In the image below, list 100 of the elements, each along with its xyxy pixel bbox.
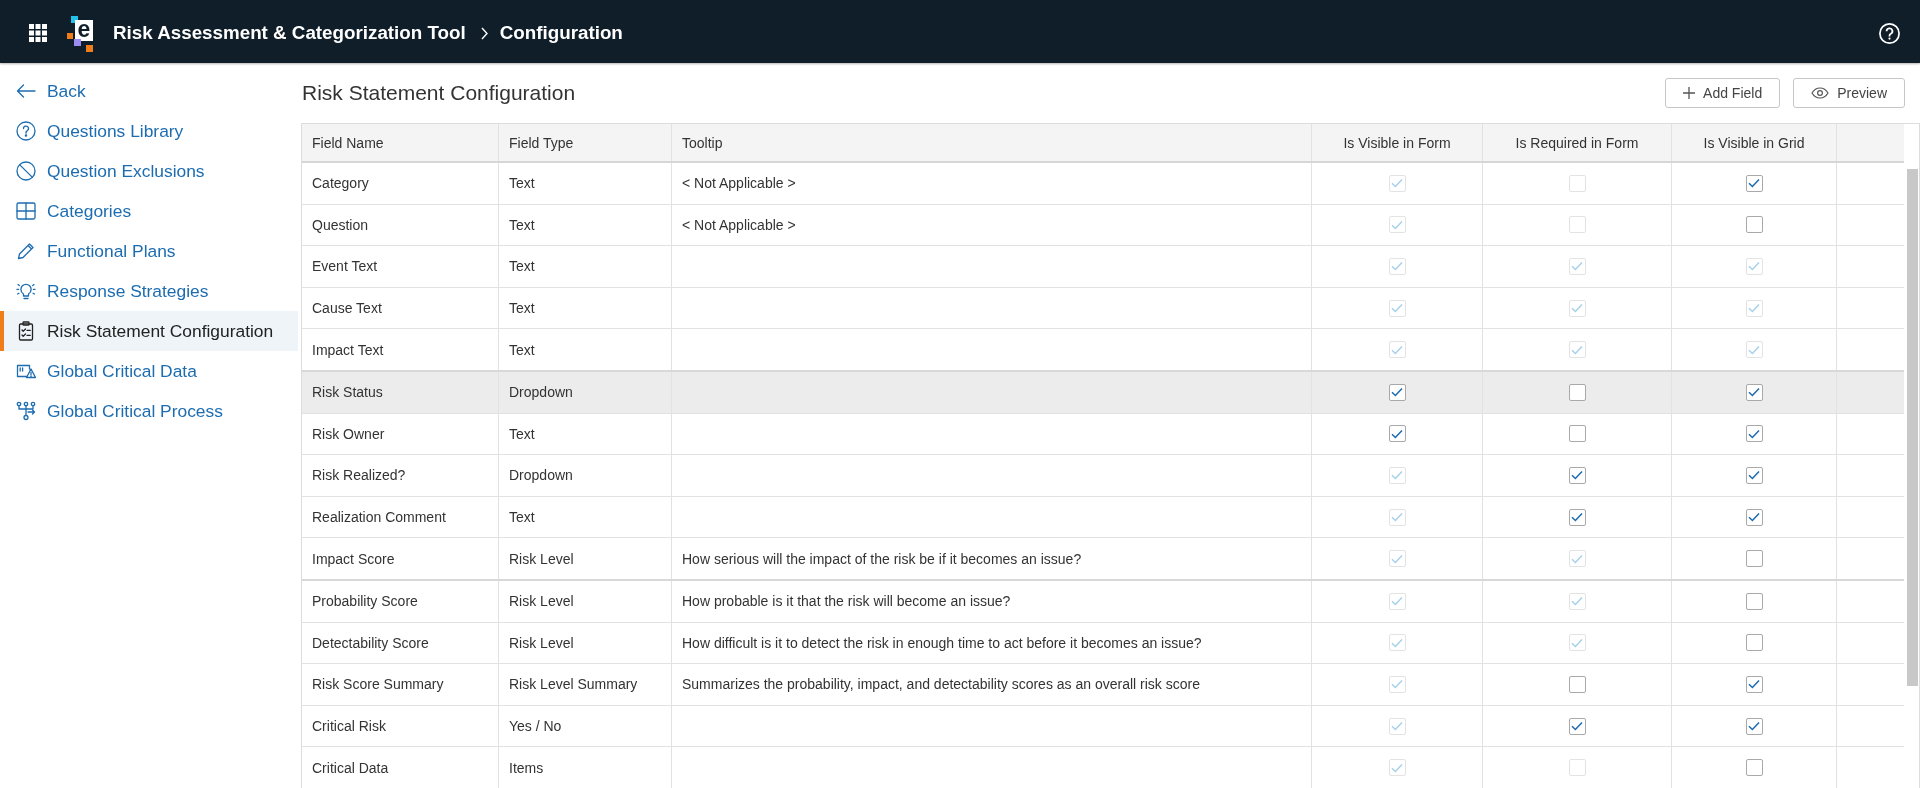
table-cell: < Not Applicable > xyxy=(672,204,1312,246)
table-icon xyxy=(16,201,36,221)
checkbox[interactable] xyxy=(1568,383,1586,401)
table-cell: Dropdown xyxy=(499,455,672,496)
table-cell: Critical Data xyxy=(302,747,499,788)
table-row[interactable]: Detectability Score Risk Level How difficult is it to detect the risk in enough time to act before it becomes an issue? xyxy=(302,622,1904,665)
column-header: Field Type xyxy=(499,124,672,161)
table-cell: Text xyxy=(499,204,672,246)
app-logo: e xyxy=(67,15,94,53)
table-cell: Text xyxy=(499,246,672,287)
nav-item[interactable]: Categories xyxy=(0,191,298,231)
table-cell: Summarizes the probability, impact, and detectability scores as an overall risk score xyxy=(672,664,1312,705)
table-cell: Risk Owner xyxy=(302,413,499,455)
eye-icon xyxy=(1811,87,1830,99)
table-cell: Risk Score Summary xyxy=(302,664,499,705)
table-cell: Critical Risk xyxy=(302,705,499,747)
checkbox[interactable] xyxy=(1745,592,1763,610)
checkbox[interactable] xyxy=(1745,717,1763,735)
checkbox[interactable] xyxy=(1568,675,1586,693)
checkbox[interactable] xyxy=(1745,383,1763,401)
checkbox[interactable] xyxy=(1745,174,1763,192)
table-cell: Impact Text xyxy=(302,329,499,370)
table-cell: Risk Status xyxy=(302,371,499,413)
table-cell: Text xyxy=(499,287,672,329)
ban-icon xyxy=(16,161,36,181)
table-row[interactable]: Risk Owner Text xyxy=(302,413,1904,456)
checkbox[interactable] xyxy=(1745,508,1763,526)
table-cell: Impact Score xyxy=(302,538,499,579)
page-title: Risk Statement Configuration xyxy=(302,81,577,105)
nav-item[interactable]: Questions Library xyxy=(0,111,298,151)
table-cell: Items xyxy=(499,747,672,788)
checkbox[interactable] xyxy=(1568,466,1586,484)
column-header: Tooltip xyxy=(672,124,1312,161)
table-row[interactable]: Category Text < Not Applicable > xyxy=(302,163,1904,205)
checkbox[interactable] xyxy=(1745,425,1763,443)
arrow-left-icon xyxy=(16,84,36,98)
table-row[interactable]: Realization Comment Text xyxy=(302,496,1904,539)
checkbox[interactable] xyxy=(1745,550,1763,568)
table-cell: Category xyxy=(302,163,499,204)
table-cell: Detectability Score xyxy=(302,622,499,664)
checkbox[interactable] xyxy=(1745,634,1763,652)
clipboard-checklist-icon xyxy=(16,321,36,341)
table-cell: Risk Level xyxy=(499,580,672,622)
nav-item[interactable]: Global Critical Data xyxy=(0,351,298,391)
table-row[interactable]: Probability Score Risk Level How probable is it that the risk will become an issue? xyxy=(302,580,1904,623)
table-cell: Risk Level xyxy=(499,538,672,579)
help-icon[interactable] xyxy=(1879,22,1900,44)
checkbox[interactable] xyxy=(1568,508,1586,526)
flow-nodes-icon xyxy=(16,401,36,421)
app-title[interactable]: Risk Assessment & Categorization Tool xyxy=(113,22,466,44)
lightbulb-icon xyxy=(16,281,36,301)
table-row[interactable]: Critical Risk Yes / No xyxy=(302,705,1904,748)
table-cell: Text xyxy=(499,163,672,204)
checkbox[interactable] xyxy=(1388,425,1406,443)
checkbox[interactable] xyxy=(1745,675,1763,693)
column-header: Is Visible in Form xyxy=(1312,124,1483,161)
preview-button[interactable]: Preview xyxy=(1793,78,1905,108)
column-header: Field Name xyxy=(302,124,499,161)
table-cell: How serious will the impact of the risk be if it becomes an issue? xyxy=(672,538,1312,579)
table-cell: Text xyxy=(499,329,672,370)
nav-item[interactable]: Functional Plans xyxy=(0,231,298,271)
nav-item[interactable]: Global Critical Process xyxy=(0,391,298,431)
table-cell: Yes / No xyxy=(499,705,672,747)
nav-item[interactable]: Question Exclusions xyxy=(0,151,298,191)
back-link[interactable]: Back xyxy=(0,71,298,111)
table-row[interactable]: Question Text < Not Applicable > xyxy=(302,204,1904,247)
table-cell: Probability Score xyxy=(302,580,499,622)
table-cell: How probable is it that the risk will become an issue? xyxy=(672,580,1312,622)
table-cell: Risk Level Summary xyxy=(499,664,672,705)
table-cell: How difficult is it to detect the risk in enough time to act before it becomes an issue? xyxy=(672,622,1312,664)
checkbox[interactable] xyxy=(1568,425,1586,443)
scrollbar-thumb[interactable] xyxy=(1907,169,1918,686)
checkbox[interactable] xyxy=(1745,759,1763,777)
table-cell: Risk Level xyxy=(499,622,672,664)
table-row[interactable]: Risk Status Dropdown xyxy=(302,371,1904,414)
table-cell: Realization Comment xyxy=(302,496,499,538)
help-circle-icon xyxy=(16,121,36,141)
table-cell: Cause Text xyxy=(302,287,499,329)
table-cell: Dropdown xyxy=(499,371,672,413)
checkbox[interactable] xyxy=(1745,466,1763,484)
table-cell: Text xyxy=(499,413,672,455)
table-cell: Risk Realized? xyxy=(302,455,499,496)
plus-icon xyxy=(1683,87,1696,99)
breadcrumb-current: Configuration xyxy=(499,22,623,44)
nav-item[interactable]: Risk Statement Configuration xyxy=(0,311,298,351)
table-cell: Text xyxy=(499,496,672,538)
table-cell: Event Text xyxy=(302,246,499,287)
column-header: Is Required in Form xyxy=(1483,124,1672,161)
chevron-right-icon xyxy=(480,26,488,40)
table-row[interactable]: Risk Score Summary Risk Level Summary Summarizes the probability, impact, and detectability scores as an overall risk score xyxy=(302,664,1904,706)
checkbox[interactable] xyxy=(1568,717,1586,735)
column-header: Is Visible in Grid xyxy=(1672,124,1837,161)
nav-item[interactable]: Response Strategies xyxy=(0,271,298,311)
add-field-button[interactable]: Add Field xyxy=(1665,78,1781,108)
pencil-icon xyxy=(16,241,36,261)
app-grid-icon[interactable] xyxy=(29,24,47,42)
checkbox[interactable] xyxy=(1388,383,1406,401)
table-row[interactable]: Risk Realized? Dropdown xyxy=(302,455,1904,497)
table-cell: Question xyxy=(302,204,499,246)
checkbox[interactable] xyxy=(1745,216,1763,234)
